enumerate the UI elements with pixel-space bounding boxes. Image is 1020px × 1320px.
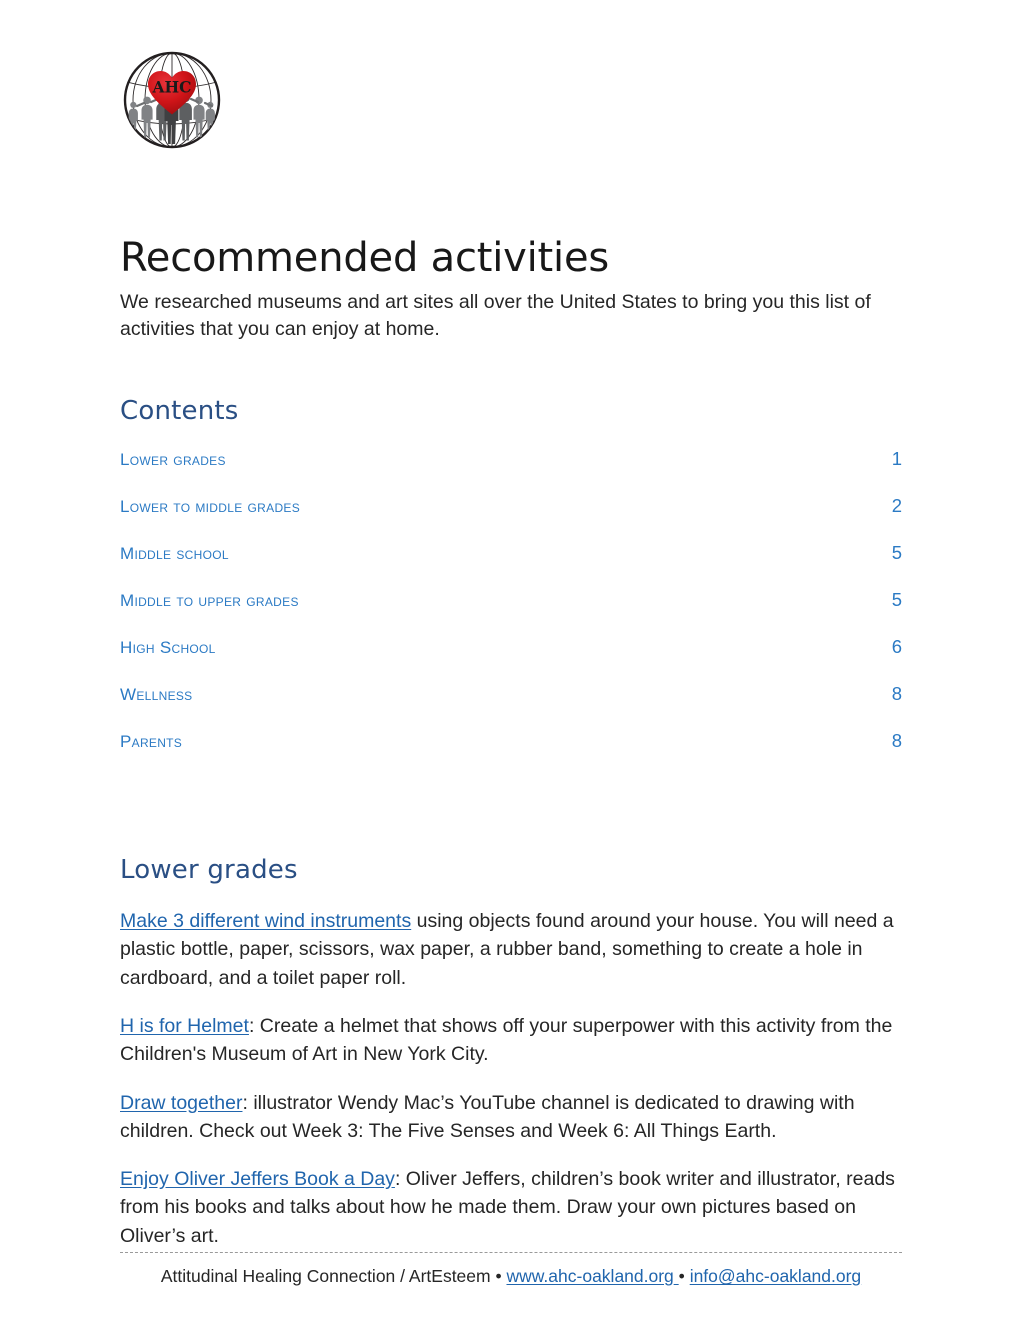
- page-footer: Attitudinal Healing Connection / ArtEste…: [120, 1252, 902, 1288]
- toc-entry-label: Middle to upper grades: [120, 591, 299, 611]
- toc-entry-middle-to-upper-grades[interactable]: Middle to upper grades 5: [120, 589, 902, 636]
- toc-entry-label: Middle school: [120, 544, 229, 564]
- toc-entry-label: Lower grades: [120, 450, 226, 470]
- toc-entry-page: 2: [891, 495, 902, 517]
- document-content: Recommended activities We researched mus…: [120, 236, 902, 1250]
- activity-paragraph: Make 3 different wind instruments using …: [120, 907, 902, 992]
- footer-website-link[interactable]: www.ahc-oakland.org: [506, 1266, 673, 1286]
- toc-entry-page: 1: [891, 448, 902, 470]
- activity-paragraph: H is for Helmet: Create a helmet that sh…: [120, 1012, 902, 1069]
- toc-entry-lower-to-middle-grades[interactable]: Lower to middle grades 2: [120, 495, 902, 542]
- toc-entry-parents[interactable]: Parents 8: [120, 730, 902, 777]
- footer-organization: Attitudinal Healing Connection / ArtEste…: [160, 1266, 491, 1286]
- footer-email-link[interactable]: info@ahc-oakland.org: [690, 1266, 861, 1286]
- toc-entry-label: Parents: [120, 732, 183, 752]
- lower-grades-heading: Lower grades: [120, 855, 298, 886]
- toc-entry-label: Lower to middle grades: [120, 497, 301, 517]
- page-title: Recommended activities: [120, 235, 609, 281]
- toc-entry-page: 8: [891, 683, 902, 705]
- toc-entry-label: Wellness: [120, 685, 193, 705]
- activity-paragraph: Enjoy Oliver Jeffers Book a Day: Oliver …: [120, 1165, 902, 1250]
- toc-entry-lower-grades[interactable]: Lower grades 1: [120, 448, 902, 495]
- activity-link-draw-together[interactable]: Draw together: [120, 1092, 242, 1114]
- toc-entry-page: 6: [891, 636, 902, 658]
- toc-entry-middle-school[interactable]: Middle school 5: [120, 542, 902, 589]
- activity-link-h-is-for-helmet[interactable]: H is for Helmet: [120, 1015, 249, 1037]
- activity-paragraph: Draw together: illustrator Wendy Mac’s Y…: [120, 1089, 902, 1146]
- toc-entry-high-school[interactable]: High School 6: [120, 636, 902, 683]
- toc-entry-label: High School: [120, 638, 216, 658]
- ahc-monogram: AHC: [151, 78, 191, 97]
- document-page: AHC Recommended activities We researched…: [0, 0, 1020, 1320]
- footer-line: Attitudinal Healing Connection / ArtEste…: [120, 1265, 902, 1288]
- ahc-logo-icon: AHC: [123, 51, 221, 149]
- ahc-logo: AHC: [120, 48, 224, 152]
- toc-entry-page: 8: [891, 730, 902, 752]
- toc-entry-wellness[interactable]: Wellness 8: [120, 683, 902, 730]
- toc-entry-page: 5: [891, 542, 902, 564]
- activity-link-oliver-jeffers-book-a-day[interactable]: Enjoy Oliver Jeffers Book a Day: [120, 1168, 395, 1190]
- page-subtitle: We researched museums and art sites all …: [120, 290, 871, 341]
- activity-link-wind-instruments[interactable]: Make 3 different wind instruments: [120, 910, 411, 932]
- toc-entry-page: 5: [891, 589, 902, 611]
- table-of-contents: Lower grades 1 Lower to middle grades 2 …: [120, 448, 902, 777]
- contents-heading: Contents: [120, 396, 239, 427]
